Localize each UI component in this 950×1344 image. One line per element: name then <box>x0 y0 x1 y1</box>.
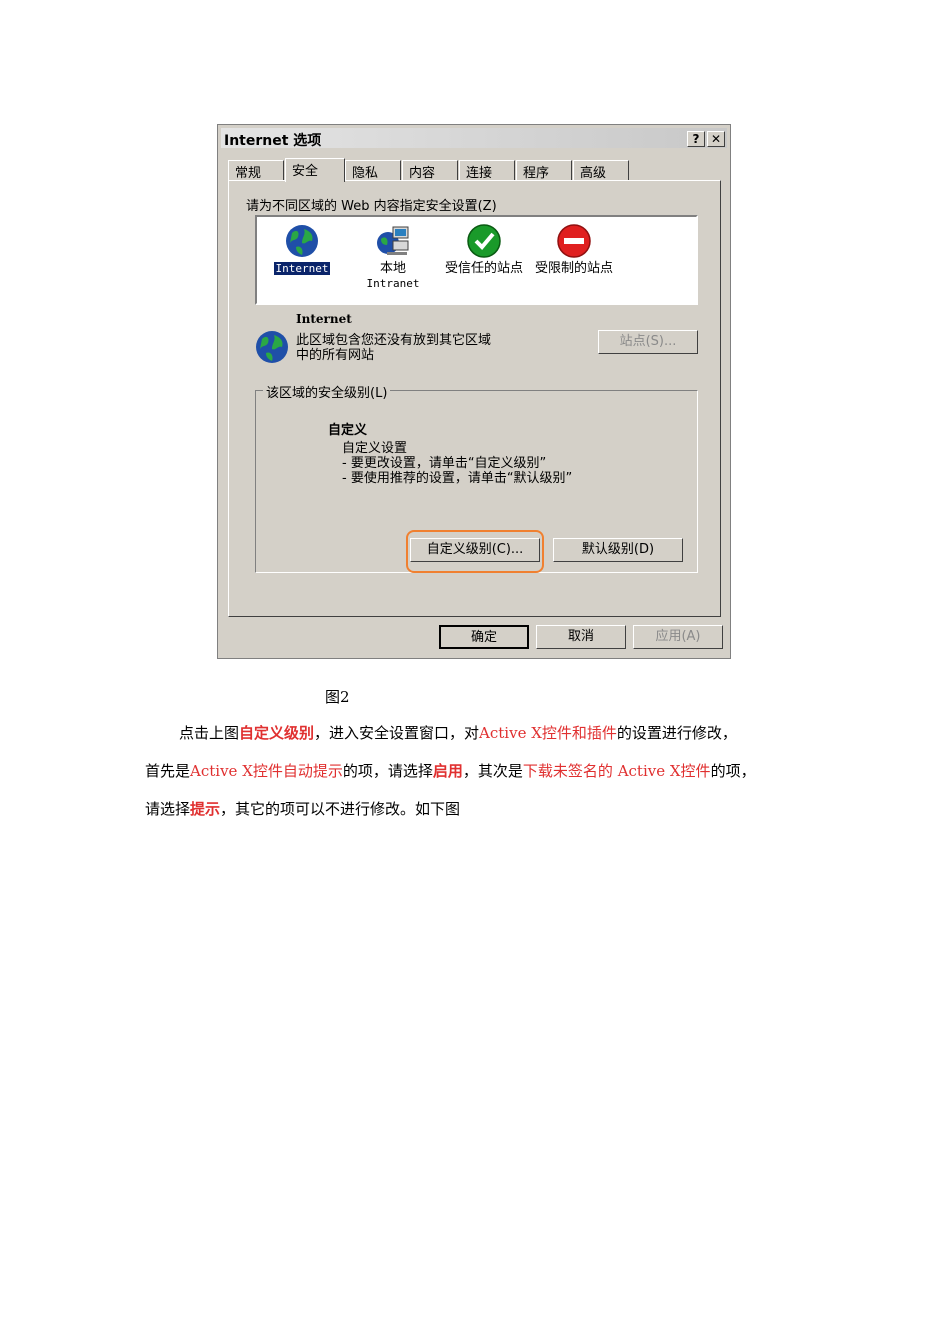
level-line3: - 要使用推荐的设置，请单击“默认级别” <box>342 471 573 486</box>
trusted-check-icon <box>467 224 501 258</box>
instruction-paragraph: 点击上图自定义级别，进入安全设置窗口，对Active X控件和插件的设置进行修改… <box>145 714 825 828</box>
help-button[interactable]: ? <box>687 131 705 147</box>
zone-trusted-label: 受信任的站点 <box>444 261 523 276</box>
intranet-icon <box>377 226 409 255</box>
figure-caption: 图2 <box>325 688 350 706</box>
title-bar: Internet 选项 ? ✕ <box>221 128 727 149</box>
tab-programs[interactable]: 程序 <box>516 160 572 181</box>
para-emphasis: 提示 <box>190 800 221 818</box>
default-level-button[interactable]: 默认级别(D) <box>553 538 683 562</box>
apply-button[interactable]: 应用(A) <box>633 625 723 649</box>
tab-advanced[interactable]: 高级 <box>573 160 629 181</box>
restricted-icon <box>557 224 591 258</box>
para-text: 首先是 <box>145 762 191 780</box>
zone-intranet-line1: 本地 <box>379 261 406 276</box>
para-text: 的项，请选择 <box>342 762 433 780</box>
para-emphasis: 自定义级别 <box>239 724 315 742</box>
group-label: 该区域的安全级别(L) <box>263 382 391 401</box>
globe-icon <box>256 331 288 363</box>
tab-general[interactable]: 常规 <box>228 160 284 181</box>
para-text: ，进入安全设置窗口，对 <box>314 724 480 742</box>
tab-content[interactable]: 内容 <box>402 160 458 181</box>
para-text: ，其次是 <box>462 762 523 780</box>
para-text: 请选择 <box>145 800 191 818</box>
highlight-outline <box>406 530 544 573</box>
dialog-title: Internet 选项 <box>224 133 322 149</box>
zone-title: Internet <box>296 312 352 326</box>
globe-icon <box>286 225 318 257</box>
para-highlight: Active X控件和插件 <box>479 724 617 742</box>
zone-list: Internet 本地 Intranet 受信任的站点 受限制的站点 <box>255 215 698 305</box>
para-highlight: 下载未签名的 Active X控件 <box>522 762 711 780</box>
para-text: 的项， <box>710 762 756 780</box>
para-emphasis: 启用 <box>432 762 463 780</box>
zone-intranet-line2: Intranet <box>366 277 420 290</box>
zone-internet[interactable]: Internet <box>269 223 335 276</box>
para-text: 点击上图 <box>179 724 240 742</box>
level-title: 自定义 <box>328 423 368 438</box>
zone-restricted[interactable]: 受限制的站点 <box>529 223 619 276</box>
para-text: 的设置进行修改， <box>616 724 737 742</box>
cancel-button[interactable]: 取消 <box>536 625 626 649</box>
tab-privacy[interactable]: 隐私 <box>345 160 401 181</box>
zone-prompt: 请为不同区域的 Web 内容指定安全设置(Z) <box>246 199 497 214</box>
tab-security[interactable]: 安全 <box>285 158 345 182</box>
zone-internet-label: Internet <box>273 262 331 275</box>
zone-desc-line2: 中的所有网站 <box>296 348 375 363</box>
internet-options-dialog: Internet 选项 ? ✕ 常规 安全 隐私 内容 连接 程序 高级 请为不… <box>217 124 731 659</box>
para-highlight: Active X控件自动提示 <box>190 762 343 780</box>
close-button[interactable]: ✕ <box>707 131 725 147</box>
ok-button[interactable]: 确定 <box>439 625 529 649</box>
zone-intranet[interactable]: 本地 Intranet <box>357 223 429 291</box>
zone-restricted-label: 受限制的站点 <box>534 261 613 276</box>
tab-connections[interactable]: 连接 <box>459 160 515 181</box>
sites-button[interactable]: 站点(S)... <box>598 330 698 354</box>
zone-trusted[interactable]: 受信任的站点 <box>439 223 529 276</box>
para-text: ，其它的项可以不进行修改。如下图 <box>220 800 461 818</box>
